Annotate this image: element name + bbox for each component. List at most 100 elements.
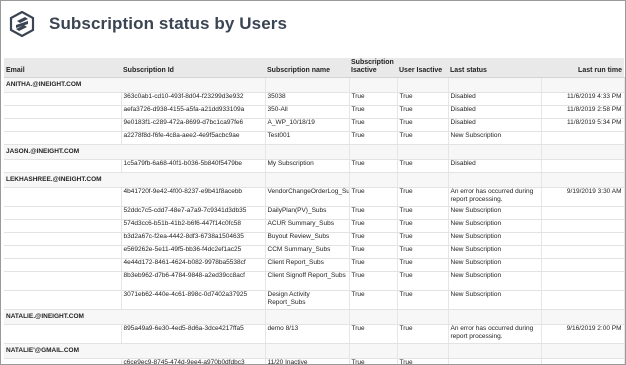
empty-cell — [121, 172, 266, 188]
last-run-time-cell — [541, 206, 625, 220]
subscription-name-cell: Client Signoff Report_Subs — [265, 271, 350, 291]
empty-cell — [4, 206, 122, 220]
table-row[interactable]: b3d2a67c-f2ea-4442-8df3-6738a1504635 Buyo… — [4, 232, 625, 246]
empty-cell — [265, 172, 350, 188]
empty-cell — [121, 309, 266, 325]
last-status-cell: Disabled — [448, 159, 542, 173]
subscription-id-cell: 1c5a79fb-6a68-40f1-b036-5b840f5479be — [121, 159, 266, 173]
subscription-name-cell: My Subscription — [265, 159, 350, 173]
subscription-id-cell: 895a49a9-6e30-4ed5-8d6a-3dce4217ffa5 — [121, 324, 266, 344]
empty-cell — [265, 144, 350, 160]
report-header: Subscription status by Users — [9, 9, 287, 39]
subscription-id-cell: 4e44d172-8461-4624-b082-9978ba5538cf — [121, 258, 266, 272]
empty-cell — [349, 309, 398, 325]
user-isactive-cell: True — [397, 92, 449, 106]
user-email: JASON.@INEIGHT.COM — [4, 144, 121, 160]
table-row[interactable]: 3071eb62-440e-4c61-898c-0d7402a37925 Desi… — [4, 290, 625, 310]
empty-cell — [121, 144, 266, 160]
user-isactive-cell: True — [397, 187, 449, 207]
subscription-isactive-cell: True — [349, 290, 398, 310]
empty-cell — [265, 343, 350, 359]
subscription-id-cell: aefa3726-d938-4155-a5fa-a21dd933109a — [121, 105, 266, 119]
column-header-subscription-name[interactable]: Subscription name — [265, 58, 349, 78]
user-email: LEKHASHREE.@INEIGHT.COM — [4, 172, 121, 188]
user-isactive-cell: True — [397, 159, 449, 173]
subscription-isactive-cell: True — [349, 219, 398, 233]
user-isactive-cell: True — [397, 219, 449, 233]
column-header-user-isactive[interactable]: User Isactive — [397, 58, 448, 78]
table-body: ANITHA.@INEIGHT.COM 363c0ab1-cd10-493f-8d… — [4, 77, 625, 364]
subscription-id-cell: c6ce9ec9-8745-474d-9ee4-a970b0dfdbc3 — [121, 358, 266, 364]
last-status-cell: New Subscription — [448, 271, 542, 291]
table-row[interactable]: 363c0ab1-cd10-493f-8d04-f23299d3e932 3503… — [4, 92, 625, 106]
empty-cell — [4, 131, 122, 145]
last-status-cell: New Subscription — [448, 258, 542, 272]
empty-cell — [349, 172, 398, 188]
subscription-name-cell: 35038 — [265, 92, 350, 106]
subscription-isactive-cell: True — [349, 271, 398, 291]
subscription-id-cell: 4b41720f-9e42-4f00-8237-e9b41f8acebb — [121, 187, 266, 207]
subscription-name-cell: VendorChangeOrderLog_Subs — [265, 187, 350, 207]
subscription-name-cell: 11/20 Inactive — [265, 358, 350, 364]
user-isactive-cell: True — [397, 258, 449, 272]
last-run-time-cell — [541, 358, 625, 364]
subscription-name-cell: DailyPlan(PV)_Subs — [265, 206, 350, 220]
table-row[interactable]: 52ddc7c5-cdd7-48e7-a7a9-7c9341d3db35 Dail… — [4, 206, 625, 220]
subscription-name-cell: Buyout Review_Subs — [265, 232, 350, 246]
empty-cell — [448, 77, 542, 93]
table-row[interactable]: 895a49a9-6e30-4ed5-8d6a-3dce4217ffa5 demo… — [4, 324, 625, 344]
subscription-name-cell: CCM Summary_Subs — [265, 245, 350, 259]
table-row[interactable]: 574d3cc6-b51b-41b2-b6f6-447f14c0fc58 ACUR… — [4, 219, 625, 233]
user-isactive-cell: True — [397, 118, 449, 132]
subscription-isactive-cell: True — [349, 258, 398, 272]
subscription-id-cell: 9e0183f1-c289-472a-8699-d7bc1ca97fe6 — [121, 118, 266, 132]
column-header-subscription-id[interactable]: Subscription Id — [121, 58, 265, 78]
column-header-last-status[interactable]: Last status — [448, 58, 541, 78]
last-run-time-cell — [541, 232, 625, 246]
empty-cell — [448, 343, 542, 359]
empty-cell — [397, 309, 449, 325]
column-header-subscription-isactive[interactable]: Subscription Isactive — [349, 58, 397, 78]
empty-cell — [349, 77, 398, 93]
subscription-isactive-cell: True — [349, 358, 398, 364]
user-isactive-cell: True — [397, 324, 449, 344]
empty-cell — [4, 245, 122, 259]
user-isactive-cell: True — [397, 290, 449, 310]
subscription-id-cell: 574d3cc6-b51b-41b2-b6f6-447f14c0fc58 — [121, 219, 266, 233]
empty-cell — [265, 77, 350, 93]
last-status-cell: Disabled — [448, 105, 542, 119]
table-row[interactable]: 4b41720f-9e42-4f00-8237-e9b41f8acebb Vend… — [4, 187, 625, 207]
table-row[interactable]: 4e44d172-8461-4624-b082-9978ba5538cf Clie… — [4, 258, 625, 272]
table-row[interactable]: 8b3eb962-d7b6-4784-9848-a2ed39cc8acf Clie… — [4, 271, 625, 291]
last-run-time-cell — [541, 258, 625, 272]
empty-cell — [448, 309, 542, 325]
table-row[interactable]: a2278f8d-f6fe-4c8a-aee2-4e9f5acbc9ae Test… — [4, 131, 625, 145]
user-isactive-cell: True — [397, 271, 449, 291]
user-group-row: NATALIE.@INEIGHT.COM — [4, 309, 625, 325]
last-run-time-cell: 9/19/2019 3:30 AM — [541, 187, 625, 207]
empty-cell — [4, 232, 122, 246]
subscription-isactive-cell: True — [349, 324, 398, 344]
subscription-isactive-cell: True — [349, 245, 398, 259]
column-header-last-run-time[interactable]: Last run time — [541, 58, 624, 78]
table-row[interactable]: aefa3726-d938-4155-a5fa-a21dd933109a 350-… — [4, 105, 625, 119]
table-row[interactable]: c6ce9ec9-8745-474d-9ee4-a970b0dfdbc3 11/2… — [4, 358, 625, 364]
subscription-isactive-cell: True — [349, 159, 398, 173]
subscription-name-cell: Design Activity Report_Subs — [265, 290, 350, 310]
subscription-isactive-cell: True — [349, 206, 398, 220]
table-row[interactable]: e569262e-5e11-49f5-bb36-f4dc2ef1ac25 CCM … — [4, 245, 625, 259]
empty-cell — [541, 172, 625, 188]
table-row[interactable]: 9e0183f1-c289-472a-8699-d7bc1ca97fe6 A_WP… — [4, 118, 625, 132]
column-header-email[interactable]: Email — [4, 58, 121, 78]
last-run-time-cell: 11/8/2019 5:34 PM — [541, 118, 625, 132]
subscription-name-cell: ACUR Summary_Subs — [265, 219, 350, 233]
table-row[interactable]: 1c5a79fb-6a68-40f1-b036-5b840f5479be My S… — [4, 159, 625, 173]
subscription-isactive-cell: True — [349, 118, 398, 132]
empty-cell — [4, 159, 122, 173]
user-email: ANITHA.@INEIGHT.COM — [4, 77, 121, 93]
empty-cell — [121, 343, 266, 359]
last-status-cell — [448, 358, 542, 364]
subscription-isactive-cell: True — [349, 92, 398, 106]
last-status-cell: New Subscription — [448, 219, 542, 233]
user-isactive-cell: True — [397, 105, 449, 119]
